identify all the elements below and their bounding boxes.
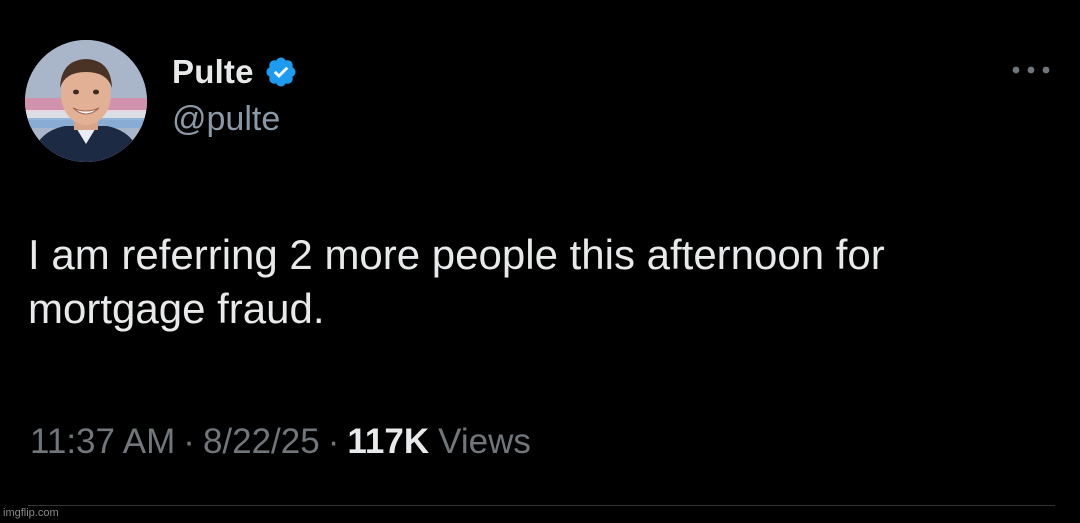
author-handle[interactable]: @pulte [172,100,280,139]
avatar-photo [25,40,147,162]
tweet-date[interactable]: 8/22/25 [203,422,320,462]
tweet-card: Pulte @pulte I am referring 2 more peopl… [0,0,1080,523]
display-name[interactable]: Pulte [172,53,254,91]
divider [28,505,1055,506]
meta-separator: · [183,422,195,461]
views-count: 117K [347,422,430,461]
tweet-meta: 11:37 AM · 8/22/25 · 117K Views [30,422,531,462]
tweet-text: I am referring 2 more people this aftern… [28,231,885,332]
verified-badge-icon [266,57,296,87]
avatar[interactable] [25,40,147,162]
watermark: imgflip.com [3,507,59,519]
views-label: Views [438,422,531,461]
tweet-time[interactable]: 11:37 AM [30,422,175,462]
more-horizontal-icon[interactable] [1010,62,1052,78]
author-name-row: Pulte [172,50,298,94]
meta-separator: · [327,422,340,461]
